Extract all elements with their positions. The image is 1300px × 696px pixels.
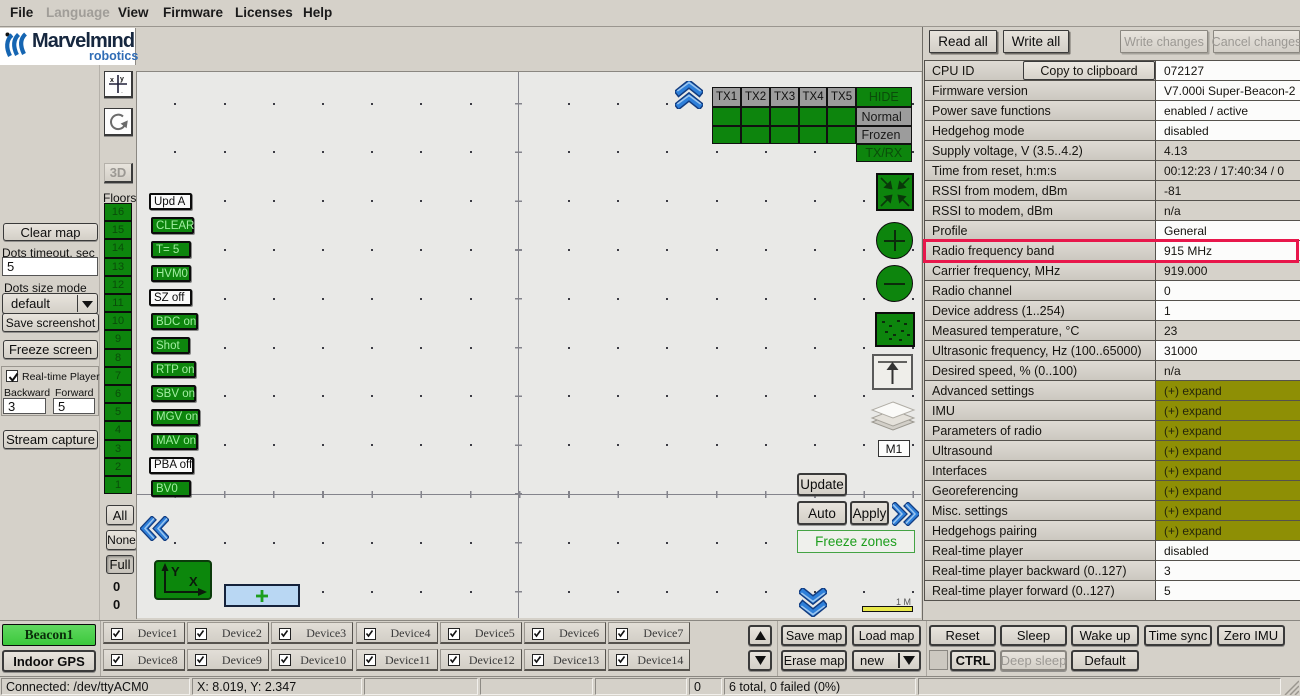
svg-text:Y: Y — [171, 564, 180, 579]
svg-text:y: y — [120, 76, 124, 83]
svg-text:x: x — [110, 77, 114, 84]
svg-text:.: . — [121, 88, 123, 95]
svg-text:X: X — [189, 574, 198, 589]
